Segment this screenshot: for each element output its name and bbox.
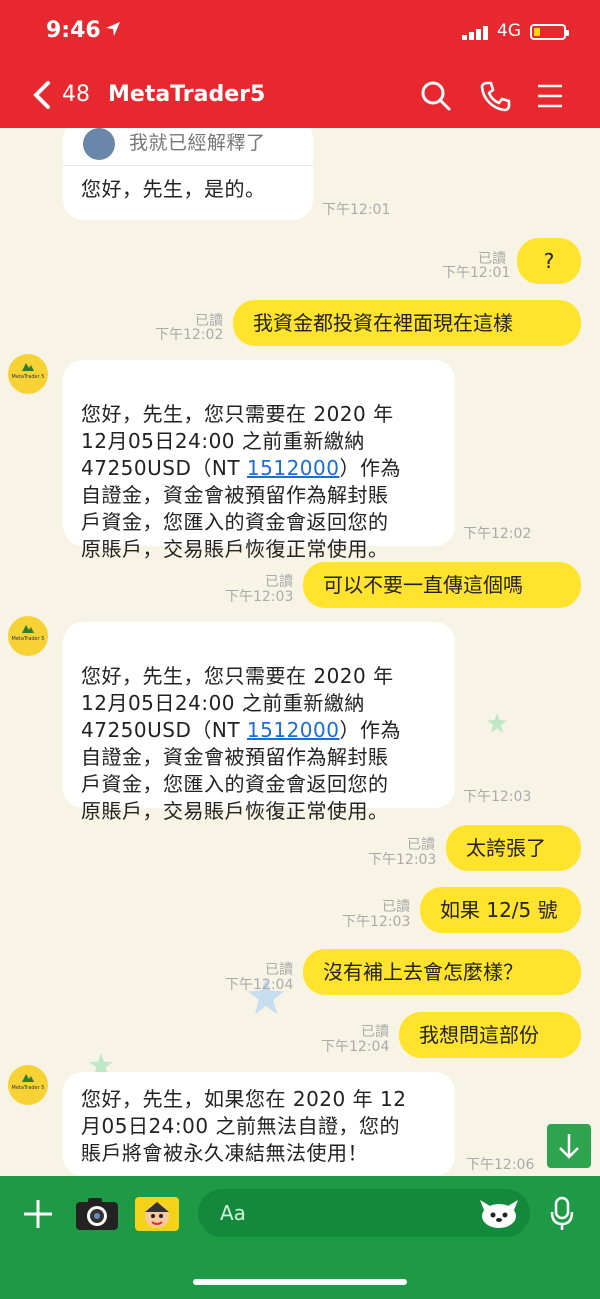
outgoing-message[interactable]: 我資金都投資在裡面現在這樣 [233, 300, 581, 346]
plus-icon[interactable] [22, 1198, 54, 1230]
home-indicator[interactable] [193, 1279, 407, 1285]
outgoing-message[interactable]: ? [517, 238, 581, 284]
phone-icon[interactable] [479, 80, 511, 112]
message-time: 下午12:04 [225, 977, 294, 993]
message-time: 下午12:04 [321, 1039, 390, 1055]
signal-icon [462, 26, 488, 40]
arrow-down-icon [559, 1134, 579, 1159]
message-time: 下午12:02 [155, 327, 224, 343]
quoted-text: 我就已經解釋了 [129, 132, 266, 154]
read-receipt: 已讀 [265, 962, 293, 978]
avatar[interactable]: MetaTrader 5 [8, 616, 48, 656]
status-bar: 9:46 4G [0, 18, 600, 48]
read-receipt: 已讀 [361, 1024, 389, 1040]
incoming-message[interactable]: 您好，先生，如果您在 2020 年 12 月05日24:00 之前無法自證，您的… [63, 1072, 455, 1176]
location-arrow-icon [106, 22, 120, 36]
network-label: 4G [497, 21, 521, 41]
avatar[interactable]: MetaTrader 5 [8, 354, 48, 394]
phone-number-link[interactable]: 1512000 [247, 718, 340, 742]
message-time: 下午12:03 [368, 852, 437, 868]
sticker-icon[interactable] [134, 1194, 180, 1234]
back-chevron-icon[interactable] [32, 80, 52, 110]
phone-number-link[interactable]: 1512000 [247, 456, 340, 480]
star-icon [487, 713, 507, 733]
message-time: 下午12:01 [442, 265, 511, 281]
divider [63, 165, 313, 166]
outgoing-message[interactable]: 我想問這部份 [399, 1012, 581, 1058]
incoming-message[interactable]: 您好，先生，您只需要在 2020 年 12月05日24:00 之前重新繳納 47… [63, 360, 455, 561]
emoji-icon[interactable] [478, 1196, 520, 1232]
reply-bubble[interactable]: 我就已經解釋了 您好，先生，是的。 [63, 128, 313, 220]
read-receipt: 已讀 [382, 899, 410, 915]
incoming-message[interactable]: 您好，先生，您只需要在 2020 年 12月05日24:00 之前重新繳納 47… [63, 622, 455, 823]
read-receipt: 已讀 [407, 837, 435, 853]
status-time: 9:46 [46, 18, 101, 43]
outgoing-message[interactable]: 沒有補上去會怎麼樣？ [303, 949, 581, 995]
metatrader-logo-icon [22, 363, 34, 371]
avatar [83, 128, 115, 160]
chat-footer [0, 1176, 600, 1299]
read-receipt: 已讀 [265, 574, 293, 590]
battery-icon [530, 24, 569, 40]
unread-count[interactable]: 48 [62, 82, 90, 107]
microphone-icon[interactable] [550, 1196, 574, 1232]
chat-area[interactable]: 我就已經解釋了 您好，先生，是的。 下午12:01 已讀 下午12:01 ? 已… [0, 128, 600, 1176]
message-time: 下午12:02 [463, 526, 532, 542]
scroll-to-bottom-button[interactable] [547, 1124, 591, 1168]
message-time: 下午12:03 [463, 789, 532, 805]
message-time: 下午12:06 [466, 1157, 535, 1173]
metatrader-logo-icon [22, 1074, 34, 1082]
metatrader-logo-icon [22, 625, 34, 633]
message-time: 下午12:01 [322, 202, 391, 218]
camera-icon[interactable] [74, 1196, 120, 1232]
chat-header: 9:46 4G 48 MetaTrader5 [0, 0, 600, 128]
message-time: 下午12:03 [225, 589, 294, 605]
message-time: 下午12:03 [342, 914, 411, 930]
avatar[interactable]: MetaTrader 5 [8, 1065, 48, 1105]
outgoing-message[interactable]: 太誇張了 [446, 825, 581, 871]
search-icon[interactable] [420, 80, 452, 112]
chat-title: MetaTrader5 [108, 82, 266, 107]
message-text: 您好，先生，是的。 [81, 177, 266, 201]
menu-icon[interactable] [537, 84, 563, 108]
outgoing-message[interactable]: 可以不要一直傳這個嗎 [303, 562, 581, 608]
outgoing-message[interactable]: 如果 12/5 號 [420, 887, 581, 933]
